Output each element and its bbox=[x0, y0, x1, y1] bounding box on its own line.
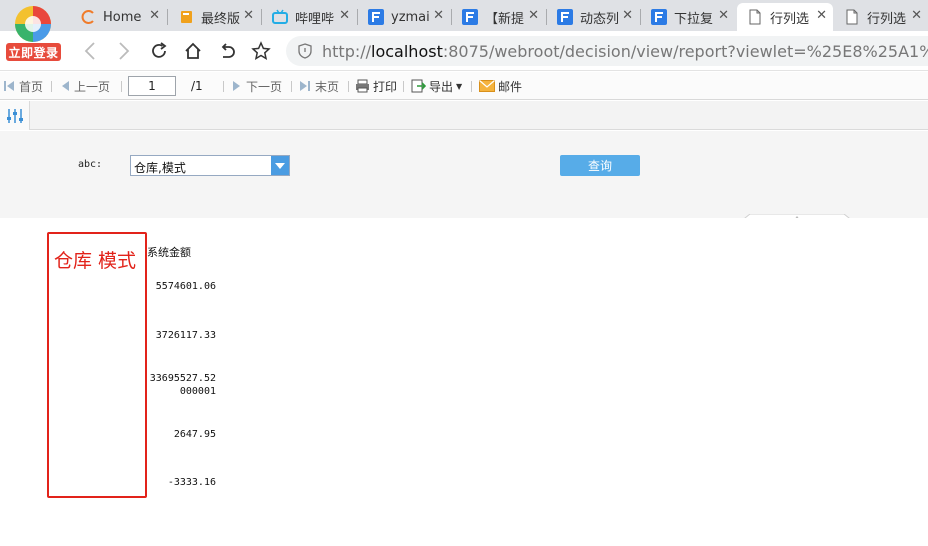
warehouse-combo[interactable]: 仓库,模式 bbox=[130, 155, 290, 176]
printer-icon bbox=[355, 79, 370, 93]
print-button[interactable]: 打印 bbox=[355, 78, 397, 94]
parameter-toggle-button[interactable] bbox=[0, 101, 30, 130]
close-icon[interactable]: ✕ bbox=[339, 8, 350, 23]
chevron-down-icon[interactable] bbox=[271, 156, 289, 175]
export-label: 导出 bbox=[429, 79, 454, 94]
fanruan-icon bbox=[368, 9, 384, 25]
url-host: localhost bbox=[371, 41, 443, 61]
print-label: 打印 bbox=[373, 79, 398, 94]
first-page-label: 首页 bbox=[19, 79, 44, 94]
address-bar-row: http://localhost:8075/webroot/decision/v… bbox=[0, 31, 928, 71]
first-page-icon bbox=[3, 80, 15, 92]
page-icon bbox=[747, 9, 763, 25]
mail-icon bbox=[479, 80, 495, 92]
undo-close-icon[interactable] bbox=[215, 39, 239, 63]
amount-cell: 33695527.52 000001 bbox=[149, 373, 216, 397]
tab-label: 哔哩哔 bbox=[295, 11, 335, 27]
parameter-bar bbox=[0, 101, 928, 130]
back-icon[interactable] bbox=[78, 39, 102, 63]
page-total: /1 bbox=[191, 79, 203, 93]
star-icon[interactable] bbox=[249, 39, 273, 63]
bilibili-icon bbox=[272, 9, 288, 25]
category-header: 仓库 模式 bbox=[54, 250, 137, 272]
combo-value: 仓库,模式 bbox=[134, 161, 186, 175]
page-number-input[interactable]: 1 bbox=[128, 76, 176, 96]
reload-icon[interactable] bbox=[147, 39, 171, 63]
close-icon[interactable]: ✕ bbox=[718, 8, 729, 23]
export-icon bbox=[411, 79, 426, 93]
tab-label: yzmai bbox=[391, 9, 430, 25]
tab-label: Home bbox=[103, 9, 142, 25]
url-scheme: http:// bbox=[322, 41, 372, 61]
chevron-down-icon: ▼ bbox=[456, 81, 463, 91]
tab-dynamic-column[interactable]: 动态列 ✕ bbox=[547, 3, 639, 31]
prev-page-button[interactable]: 上一页 bbox=[60, 78, 110, 94]
forward-icon[interactable] bbox=[112, 39, 136, 63]
book-icon bbox=[178, 9, 194, 25]
close-icon[interactable]: ✕ bbox=[243, 8, 254, 23]
last-page-button[interactable]: 末页 bbox=[299, 78, 339, 94]
login-button[interactable]: 立即登录 bbox=[6, 43, 61, 61]
first-page-button[interactable]: 首页 bbox=[3, 78, 43, 94]
tab-new-prompt[interactable]: 【新提 ✕ bbox=[452, 3, 545, 31]
parameter-panel: abc: 仓库,模式 查询 bbox=[0, 131, 928, 223]
amount-cell: -3333.16 bbox=[167, 477, 216, 488]
export-button[interactable]: 导出 ▼ bbox=[411, 78, 462, 94]
tab-label: 【新提 bbox=[485, 11, 525, 27]
tab-home[interactable]: Home ✕ bbox=[70, 3, 166, 31]
url-field[interactable]: http://localhost:8075/webroot/decision/v… bbox=[286, 36, 928, 66]
close-icon[interactable]: ✕ bbox=[528, 8, 539, 23]
next-page-label: 下一页 bbox=[246, 79, 283, 94]
tab-row-column-active[interactable]: 行列选 ✕ bbox=[737, 3, 833, 31]
tab-label: 动态列 bbox=[580, 11, 620, 27]
close-icon[interactable]: ✕ bbox=[816, 8, 827, 23]
home-icon[interactable] bbox=[181, 39, 205, 63]
shield-icon bbox=[298, 43, 312, 59]
tab-final-version[interactable]: 最终版 ✕ bbox=[168, 3, 260, 31]
amount-cell: 2647.95 bbox=[173, 429, 216, 440]
tab-label: 行列选 bbox=[770, 11, 810, 27]
sliders-icon bbox=[6, 108, 24, 124]
mail-label: 邮件 bbox=[498, 79, 523, 94]
next-page-button[interactable]: 下一页 bbox=[232, 78, 282, 94]
loading-circle-icon bbox=[80, 9, 96, 25]
fanruan-icon bbox=[651, 9, 667, 25]
tab-row-column[interactable]: 行列选 ✕ bbox=[834, 3, 928, 31]
report-body: 仓库 模式 系统金额 5574601.06 3726117.33 3369552… bbox=[0, 218, 928, 546]
last-page-icon bbox=[299, 80, 311, 92]
fanruan-icon bbox=[462, 9, 478, 25]
tab-label: 下拉复 bbox=[674, 11, 714, 27]
abc-label: abc: bbox=[78, 159, 103, 170]
tab-bilibili[interactable]: 哔哩哔 ✕ bbox=[262, 3, 356, 31]
next-page-icon bbox=[232, 80, 242, 92]
query-button[interactable]: 查询 bbox=[560, 155, 640, 176]
tab-label: 行列选 bbox=[867, 11, 907, 27]
fanruan-icon bbox=[557, 9, 573, 25]
tab-label: 最终版 bbox=[201, 11, 241, 27]
tab-yzmai[interactable]: yzmai ✕ bbox=[358, 3, 450, 31]
tab-dropdown[interactable]: 下拉复 ✕ bbox=[641, 3, 735, 31]
url-path: :8075/webroot/decision/view/report?viewl… bbox=[442, 41, 928, 61]
amount-cell: 3726117.33 bbox=[155, 330, 216, 341]
close-icon[interactable]: ✕ bbox=[149, 8, 160, 23]
prev-page-icon bbox=[60, 80, 70, 92]
mail-button[interactable]: 邮件 bbox=[479, 78, 522, 94]
last-page-label: 末页 bbox=[315, 79, 340, 94]
report-toolbar: 首页 上一页 1 /1 下一页 末页 打印 导出 ▼ 邮件 bbox=[0, 72, 928, 100]
page-icon bbox=[844, 9, 860, 25]
amount-column-header: 系统金额 bbox=[147, 246, 191, 259]
amount-cell: 5574601.06 bbox=[155, 281, 216, 292]
close-icon[interactable]: ✕ bbox=[622, 8, 633, 23]
browser-tab-strip: Home ✕ 最终版 ✕ 哔哩哔 ✕ yzmai ✕ 【新提 ✕ 动态列 ✕ 下… bbox=[0, 0, 928, 31]
close-icon[interactable]: ✕ bbox=[433, 8, 444, 23]
close-icon[interactable]: ✕ bbox=[911, 8, 922, 23]
prev-page-label: 上一页 bbox=[74, 79, 111, 94]
